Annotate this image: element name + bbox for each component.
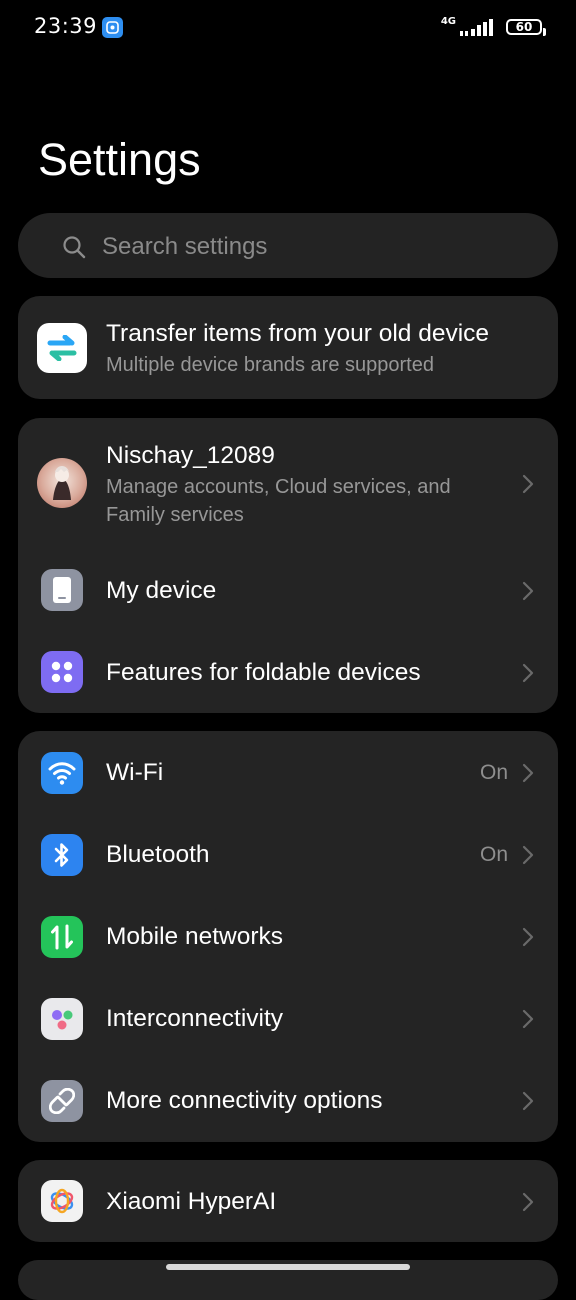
status-time: 23:39 [34,14,98,38]
chevron-right-icon [522,581,534,601]
chevron-right-icon [522,663,534,683]
battery-icon: 60 [506,19,546,36]
wifi-icon [41,752,83,794]
transfer-subtitle: Multiple device brands are supported [106,354,434,376]
account-name: Nischay_12089 [106,442,275,469]
avatar [37,458,87,508]
more-connectivity-label: More connectivity options [106,1087,383,1114]
chevron-right-icon [522,1192,534,1212]
sidebar-item-more-connectivity[interactable]: More connectivity options [18,1059,558,1141]
transfer-card[interactable]: Transfer items from your old device Mult… [18,296,558,399]
bluetooth-label: Bluetooth [106,841,210,868]
sidebar-item-hyperai[interactable]: Xiaomi HyperAI [18,1160,558,1242]
connectivity-card: Wi-Fi On Bluetooth On Mobile networks In… [18,731,558,1142]
mobile-networks-label: Mobile networks [106,923,284,950]
chevron-right-icon [522,763,534,783]
sidebar-item-bluetooth[interactable]: Bluetooth On [18,813,558,895]
sidebar-item-my-device[interactable]: My device [18,549,558,631]
battery-level: 60 [515,20,533,34]
search-input[interactable] [100,213,544,280]
chevron-right-icon [522,927,534,947]
apps-grid-icon [41,651,83,693]
account-subtitle: Manage accounts, Cloud services, and Fam… [106,476,451,526]
network-type: 4G [440,16,456,27]
chevron-right-icon [522,845,534,865]
account-device-card: Nischay_12089 Manage accounts, Cloud ser… [18,418,558,713]
page-title: Settings [38,134,201,185]
status-bar: 23:39 4G 60 [0,0,576,56]
wifi-status: On [479,761,508,784]
hyperai-card: Xiaomi HyperAI [18,1160,558,1242]
interconnectivity-label: Interconnectivity [106,1005,284,1032]
sidebar-item-mobile-networks[interactable]: Mobile networks [18,895,558,977]
sidebar-item-foldable[interactable]: Features for foldable devices [18,631,558,713]
chevron-right-icon [522,474,534,494]
mobile-data-icon [41,916,83,958]
link-icon [41,1080,83,1122]
foldable-label: Features for foldable devices [106,659,421,686]
search-bar[interactable] [18,213,558,280]
search-icon [63,236,86,259]
chevron-right-icon [522,1009,534,1029]
account-row[interactable]: Nischay_12089 Manage accounts, Cloud ser… [18,418,558,538]
hyperai-icon [41,1180,83,1222]
app-notification-icon [102,17,123,38]
wifi-label: Wi-Fi [106,759,164,786]
my-device-label: My device [106,577,217,604]
sidebar-item-interconnectivity[interactable]: Interconnectivity [18,977,558,1059]
transfer-title: Transfer items from your old device [106,320,490,347]
bluetooth-icon [41,834,83,876]
chevron-right-icon [522,1091,534,1111]
bluetooth-status: On [479,843,508,866]
phone-icon [41,569,83,611]
transfer-icon [37,323,87,373]
home-indicator[interactable] [166,1264,410,1270]
signal-icon [460,19,493,36]
hyperai-label: Xiaomi HyperAI [106,1188,277,1215]
sidebar-item-wifi[interactable]: Wi-Fi On [18,731,558,813]
interconnectivity-icon [41,998,83,1040]
